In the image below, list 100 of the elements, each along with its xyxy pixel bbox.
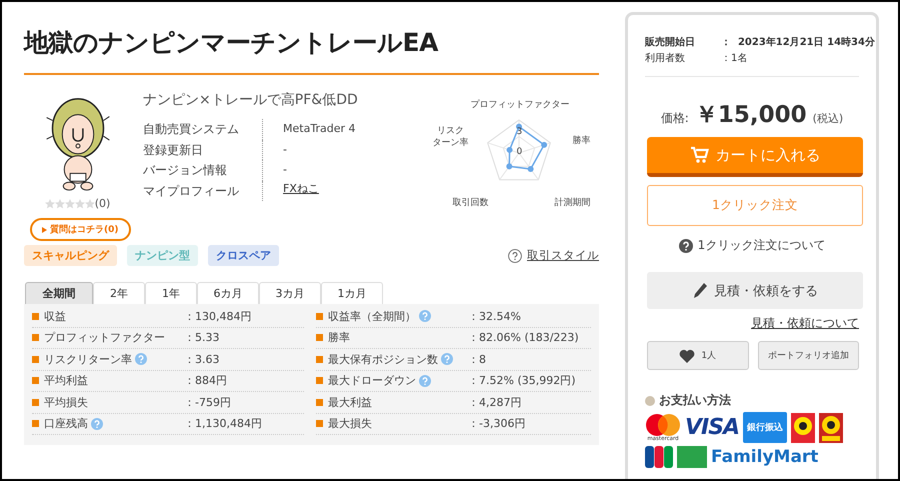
tax-note: (税込) (812, 111, 844, 126)
bullet-icon (316, 420, 323, 428)
bullet-icon (316, 356, 323, 363)
star-icon (54, 198, 65, 208)
stat-value: ：1,130,484円 (184, 416, 262, 432)
period-tab[interactable]: 全期間 (25, 282, 93, 304)
profile-link[interactable]: FXねこ (263, 180, 430, 201)
period-tab[interactable]: 6カ月 (197, 282, 259, 304)
period-tab[interactable]: 1カ月 (321, 282, 383, 304)
stat-label: 勝率 (328, 330, 350, 346)
spec-label: 登録更新日 (143, 140, 264, 160)
stat-label: 平均利益 (44, 373, 88, 388)
stat-value: ：4,287円 (468, 394, 522, 410)
stat-label: リスクリターン率 (44, 352, 132, 367)
stat-label: 最大ドローダウン (328, 373, 416, 388)
help-icon (419, 374, 431, 387)
period-tab[interactable]: 2年 (93, 282, 145, 304)
payment-heading: お支払い方法 (659, 392, 731, 409)
stat-label: 収益率（全期間） (328, 308, 416, 324)
style-tag: ナンピン型 (127, 245, 198, 266)
heart-icon (679, 348, 696, 362)
estimate-button[interactable]: 見積・依頼をする (647, 272, 863, 309)
help-icon (135, 353, 147, 366)
axis-label: 勝率 (572, 135, 590, 147)
portfolio-add-button[interactable]: ポートフォリオ追加 (758, 341, 859, 370)
stat-label: 口座残高 (44, 416, 88, 432)
stat-value: ：32.54% (468, 308, 521, 324)
bank-transfer-logo: 銀行振込 (743, 412, 788, 443)
payment-logo-icon (819, 412, 844, 442)
help-icon (678, 238, 693, 252)
stat-label: プロフィットファクター (44, 330, 165, 346)
axis-label: プロフィットファクター (470, 99, 570, 111)
visa-logo: VISA (685, 415, 740, 440)
bullet-icon (32, 398, 39, 406)
triangle-icon (42, 226, 47, 232)
period-tab[interactable]: 3カ月 (259, 282, 321, 304)
bullet-icon (316, 398, 323, 406)
info-value: ： 2023年12月21日 14時34分 (721, 36, 875, 50)
spec-value: - (282, 142, 288, 158)
trade-style-link[interactable]: 取引スタイル (527, 248, 599, 263)
scale-label: 3 (516, 127, 522, 137)
stat-value: ：3.63 (184, 352, 220, 367)
axis-label: リスク ターン率 (432, 125, 468, 149)
estimate-info-link[interactable]: 見積・依頼について (645, 315, 859, 332)
help-icon (419, 310, 431, 322)
bullet-icon (316, 312, 323, 320)
stat-value: ：82.06% (183/223) (468, 330, 579, 346)
pen-icon (692, 282, 708, 300)
info-label: 利用者数 (645, 52, 686, 66)
bullet-icon (645, 396, 655, 406)
familymart-logo: FamilyMart (711, 448, 818, 466)
bullet-icon (32, 312, 39, 320)
stat-value: ：884円 (184, 373, 227, 388)
stat-value: ：5.33 (184, 330, 220, 346)
price-amount: ￥15,000 (694, 101, 807, 130)
review-count: (0) (94, 197, 110, 210)
price-label: 価格: (660, 110, 689, 127)
stat-label: 最大損失 (328, 416, 372, 432)
spec-value: - (282, 162, 288, 178)
axis-label: 取引回数 (452, 197, 488, 209)
stat-label: 最大保有ポジション数 (328, 352, 438, 367)
page-title: 地獄のナンピンマーチントレールEA (24, 26, 599, 75)
stat-value: ：8 (468, 352, 486, 367)
payment-logo-icon (791, 412, 816, 442)
stat-label: 平均損失 (44, 394, 88, 410)
bullet-icon (32, 334, 39, 342)
stat-value: ：-759円 (184, 394, 231, 410)
period-tab[interactable]: 1年 (145, 282, 197, 304)
star-icon (44, 198, 55, 208)
cart-icon (690, 146, 710, 164)
info-label: 販売開始日 (645, 36, 696, 50)
bullet-icon (32, 420, 39, 428)
help-icon (91, 418, 103, 430)
bullet-icon (316, 377, 323, 384)
star-icon (64, 198, 75, 208)
stat-label: 最大利益 (328, 394, 372, 410)
info-value: ：1名 (721, 52, 748, 66)
spec-label: バージョン情報 (143, 160, 264, 180)
bullet-icon (316, 334, 323, 342)
spec-label: マイプロフィール (143, 180, 264, 201)
favorite-button[interactable]: 1人 (647, 341, 748, 370)
scale-label: 0 (516, 147, 522, 157)
bullet-icon (32, 356, 39, 363)
style-tag: クロスペア (208, 245, 279, 266)
help-icon (441, 353, 453, 366)
one-click-help-link[interactable]: 1クリック注文について (698, 237, 826, 254)
spec-value: MetaTrader 4 (282, 121, 356, 137)
star-icon (74, 198, 85, 208)
help-icon (508, 248, 522, 262)
star-icon (84, 198, 95, 208)
card-logo-icon (645, 446, 673, 468)
bullet-icon (32, 377, 39, 384)
spec-label: 自動売買システム (143, 119, 264, 140)
stat-label: 収益 (44, 308, 66, 324)
store-logo-icon (677, 446, 707, 468)
stat-value: ：130,484円 (184, 308, 252, 324)
catchcopy: ナンピン×トレールで高PF&低DD (143, 91, 359, 109)
axis-label: 計測期間 (554, 197, 590, 209)
stat-value: ：-3,306円 (468, 416, 526, 432)
stat-value: ：7.52% (35,992円) (468, 373, 576, 388)
